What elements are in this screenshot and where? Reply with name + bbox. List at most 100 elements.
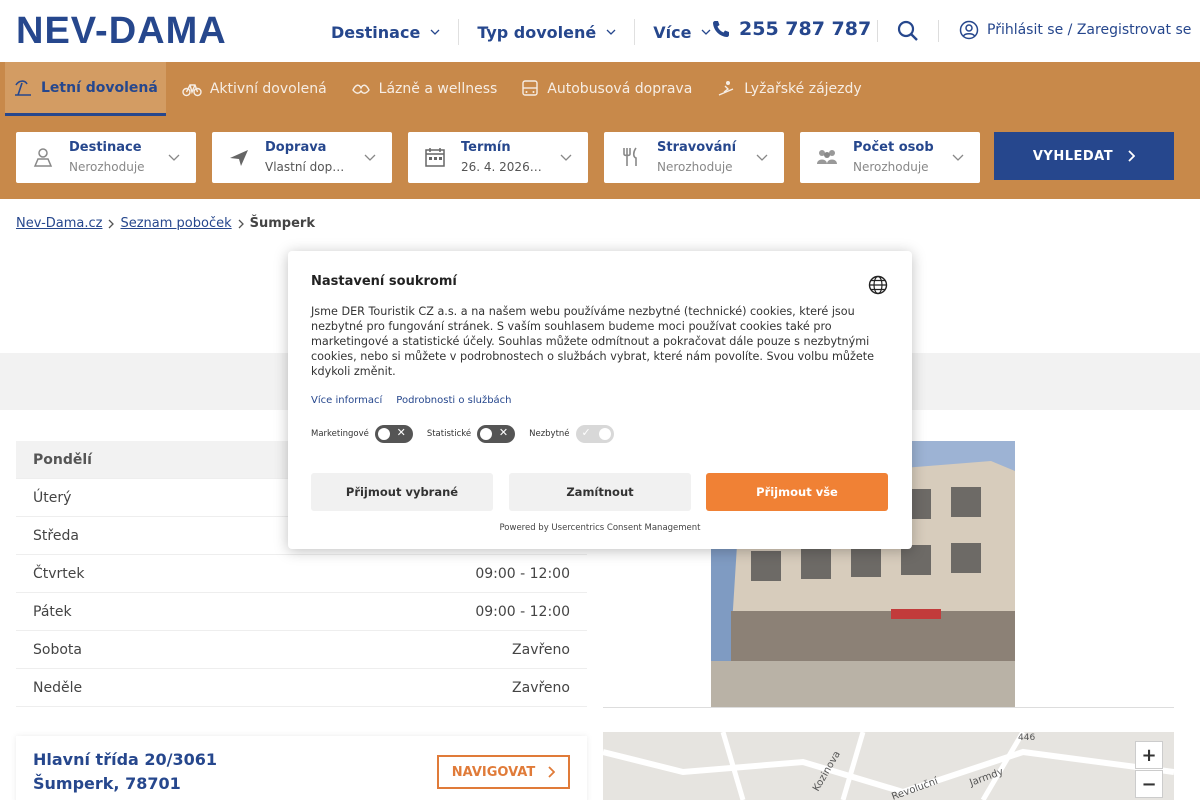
accept-selected-button[interactable]: Přijmout vybrané: [311, 473, 493, 511]
hours-day: Čtvrtek: [33, 565, 85, 582]
plane-icon: [230, 150, 248, 166]
site-header: NEV-DAMA Destinace Typ dovolené Více 255…: [0, 0, 1200, 62]
tab-label: Lyžařské zájezdy: [744, 81, 862, 97]
tab-autobusova-doprava[interactable]: Autobusová doprava: [513, 62, 700, 116]
necessary-toggle: ✓: [575, 425, 614, 443]
navigate-label: NAVIGOVAT: [451, 764, 536, 780]
chevron-down-icon: [560, 154, 572, 161]
more-info-link[interactable]: Více informací: [311, 395, 382, 406]
consent-text: Jsme DER Touristik CZ a.s. a na našem we…: [311, 305, 874, 378]
address-card: Hlavní třída 20/3061 Šumperk, 78701 NAVI…: [16, 736, 587, 800]
field-label: Termín: [461, 140, 511, 155]
tab-lyzarske-zajezdy[interactable]: Lyžařské zájezdy: [708, 62, 869, 116]
ski-icon: [719, 81, 734, 96]
toggle-label: Nezbytné: [529, 429, 570, 439]
field-value: Nerozhoduje: [853, 160, 929, 174]
consent-title: Nastavení soukromí: [311, 274, 457, 289]
nav-typ-dovolene[interactable]: Typ dovolené: [477, 19, 636, 45]
phone-link[interactable]: 255 787 787: [711, 18, 871, 40]
search-icon[interactable]: [896, 20, 920, 42]
tab-lazne-wellness[interactable]: Lázně a wellness: [343, 62, 506, 116]
chevron-down-icon: [756, 154, 768, 161]
nav-destinace[interactable]: Destinace: [331, 19, 460, 45]
hours-time: Zavřeno: [512, 641, 570, 658]
hours-day: Pátek: [33, 603, 72, 620]
tab-letni-dovolena[interactable]: Letní dovolená: [5, 62, 166, 116]
bus-icon: [522, 80, 538, 96]
main-nav: Destinace Typ dovolené Více: [331, 19, 747, 45]
hours-time: 09:00 - 12:00: [475, 565, 570, 582]
tab-label: Lázně a wellness: [378, 81, 498, 97]
globe-icon[interactable]: [868, 275, 888, 295]
powered-by: Powered by Usercentrics Consent Manageme…: [499, 523, 701, 533]
field-doprava[interactable]: Doprava Vlastní doprava: [212, 132, 392, 183]
field-stravovani[interactable]: Stravování Nerozhoduje: [604, 132, 784, 183]
address-street: Hlavní třída 20/3061: [33, 750, 218, 769]
field-value: Nerozhoduje: [657, 160, 733, 174]
field-termin[interactable]: Termín 26. 4. 2026 - ...: [408, 132, 588, 183]
field-label: Počet osob: [853, 140, 934, 155]
nav-label: Typ dovolené: [477, 22, 597, 42]
field-label: Stravování: [657, 140, 737, 155]
hours-day: Úterý: [33, 489, 72, 506]
marketing-toggle[interactable]: ✕: [374, 425, 413, 443]
zoom-in-button[interactable]: +: [1135, 741, 1163, 769]
field-destinace[interactable]: Destinace Nerozhoduje: [16, 132, 196, 183]
cutlery-icon: [623, 147, 637, 166]
hours-time: 09:00 - 12:00: [475, 603, 570, 620]
zoom-out-button[interactable]: −: [1135, 770, 1163, 798]
branch-map[interactable]: 446 Revoluční Kozinova Jarmdy: [603, 732, 1174, 800]
logo[interactable]: NEV-DAMA: [16, 12, 227, 50]
bicycle-icon: [182, 84, 202, 97]
tab-aktivni-dovolena[interactable]: Aktivní dovolená: [174, 62, 335, 116]
breadcrumb-branches[interactable]: Seznam poboček: [120, 216, 231, 231]
tab-label: Aktivní dovolená: [209, 81, 327, 97]
search-fields: Destinace Nerozhoduje Doprava Vlastní do…: [16, 132, 996, 183]
chevron-right-icon: [548, 766, 556, 778]
consent-links: Více informací Podrobnosti o službách: [311, 395, 526, 406]
breadcrumb: Nev-Dama.cz Seznam poboček Šumperk: [16, 216, 315, 231]
toggle-label: Marketingové: [311, 429, 369, 439]
field-label: Destinace: [69, 140, 142, 155]
consent-dialog: Nastavení soukromí Jsme DER Touristik CZ…: [288, 251, 912, 549]
tab-label: Letní dovolená: [41, 79, 158, 96]
toggle-label: Statistické: [426, 429, 472, 439]
chevron-down-icon: [430, 29, 440, 35]
chevron-down-icon: [168, 154, 180, 161]
chevron-right-icon: [109, 219, 115, 228]
user-icon: [959, 20, 979, 40]
close-icon: ✕: [396, 426, 406, 439]
chevron-right-icon: [1128, 150, 1136, 162]
statistics-toggle[interactable]: ✕: [477, 425, 516, 443]
consent-toggles: Marketingové ✕ Statistické ✕ Nezbytné ✓: [311, 425, 628, 443]
holiday-tabs: Letní dovolená Aktivní dovolená Lázně a …: [5, 62, 878, 116]
calendar-icon: [425, 148, 445, 167]
hours-day: Středa: [33, 527, 79, 544]
hours-time: Zavřeno: [512, 679, 570, 696]
spa-icon: [351, 84, 370, 94]
chevron-right-icon: [238, 219, 244, 228]
divider: [938, 20, 939, 42]
field-value: Nerozhoduje: [69, 160, 145, 174]
field-pocet-osob[interactable]: Počet osob Nerozhoduje: [800, 132, 980, 183]
field-value: 26. 4. 2026 - ...: [461, 160, 543, 174]
search-button[interactable]: VYHLEDAT: [994, 132, 1174, 180]
reject-button[interactable]: Zamítnout: [509, 473, 691, 511]
hours-row: Neděle Zavřeno: [16, 669, 587, 707]
hours-row: Čtvrtek 09:00 - 12:00: [16, 555, 587, 593]
hours-day: Sobota: [33, 641, 82, 658]
login-link[interactable]: Přihlásit se / Zaregistrovat se: [959, 20, 1191, 40]
map-label: 446: [1018, 733, 1035, 743]
chevron-down-icon: [952, 154, 964, 161]
chevron-down-icon: [701, 29, 711, 35]
service-details-link[interactable]: Podrobnosti o službách: [396, 395, 511, 406]
field-label: Doprava: [265, 140, 327, 155]
login-label: Přihlásit se / Zaregistrovat se: [987, 22, 1192, 38]
phone-number: 255 787 787: [739, 18, 872, 40]
breadcrumb-current: Šumperk: [249, 216, 315, 231]
check-icon: ✓: [581, 426, 591, 439]
accept-all-button[interactable]: Přijmout vše: [706, 473, 888, 511]
navigate-button[interactable]: NAVIGOVAT: [437, 755, 570, 789]
breadcrumb-home[interactable]: Nev-Dama.cz: [16, 216, 102, 231]
people-icon: [817, 150, 837, 164]
